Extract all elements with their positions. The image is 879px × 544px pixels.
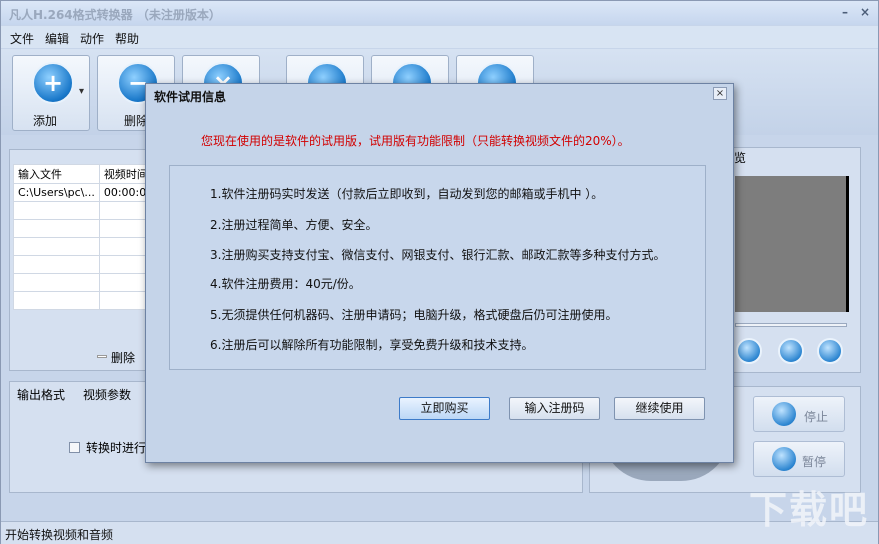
info-line-6: 6.注册后可以解除所有功能限制，享受免费升级和技术支持。 bbox=[210, 338, 534, 352]
window-title: 凡人H.264格式转换器 （未注册版本） bbox=[9, 8, 221, 22]
buy-now-button[interactable]: 立即购买 bbox=[399, 397, 490, 420]
stop-label: 停止 bbox=[804, 410, 829, 424]
tab-output-format[interactable]: 输出格式 bbox=[17, 386, 65, 403]
preview-title: 览 bbox=[734, 151, 747, 165]
menu-help[interactable]: 帮助 bbox=[115, 30, 139, 47]
convert-checkbox[interactable] bbox=[69, 442, 80, 453]
trial-dialog-overlay: 软件试用信息 × 您现在使用的是软件的试用版，试用版有功能限制（只能转换视频文件… bbox=[145, 83, 734, 463]
menu-bar: 文件 编辑 动作 帮助 bbox=[1, 26, 878, 48]
info-line-2: 2.注册过程简单、方便、安全。 bbox=[210, 218, 378, 232]
continue-button[interactable]: 继续使用 bbox=[614, 397, 705, 420]
stop-button[interactable]: 停止 bbox=[753, 396, 845, 432]
camera-icon[interactable] bbox=[778, 338, 804, 364]
volume-icon[interactable] bbox=[736, 338, 762, 364]
list-delete-button[interactable]: 删除 bbox=[111, 349, 135, 366]
close-button[interactable]: × bbox=[857, 5, 873, 19]
watermark-logo: 下载吧 bbox=[749, 488, 870, 532]
minimize-button[interactable]: – bbox=[837, 5, 853, 19]
info-line-5: 5.无须提供任何机器码、注册申请码；电脑升级，格式硬盘后仍可注册使用。 bbox=[210, 308, 618, 322]
menu-file[interactable]: 文件 bbox=[10, 30, 34, 47]
minus-icon bbox=[97, 355, 107, 358]
add-label: 添加 bbox=[33, 114, 58, 128]
add-button[interactable]: + 添加 ▾ bbox=[12, 55, 90, 131]
stop-icon bbox=[772, 402, 796, 426]
tab-video-params[interactable]: 视频参数 bbox=[83, 386, 131, 403]
info-line-4: 4.软件注册费用：40元/份。 bbox=[210, 277, 361, 291]
convert-checkbox-label: 转换时进行 bbox=[86, 441, 147, 455]
registration-info-box: 1.软件注册码实时发送（付款后立即收到，自动发到您的邮箱或手机中 ）。 2.注册… bbox=[169, 165, 706, 370]
pause-button[interactable]: 暂停 bbox=[753, 441, 845, 477]
table-row[interactable]: C:\Users\pc\... 00:00:05 bbox=[13, 183, 159, 202]
chevron-down-icon[interactable]: ▾ bbox=[79, 86, 84, 97]
file-table: 输入文件 视频时间 C:\Users\pc\... 00:00:05 bbox=[13, 164, 159, 310]
preview-screen bbox=[735, 176, 849, 312]
pause-label: 暂停 bbox=[802, 455, 827, 469]
trial-dialog: 软件试用信息 × 您现在使用的是软件的试用版，试用版有功能限制（只能转换视频文件… bbox=[145, 83, 734, 463]
trial-warning-text: 您现在使用的是软件的试用版，试用版有功能限制（只能转换视频文件的20%）。 bbox=[201, 134, 630, 148]
title-bar: 凡人H.264格式转换器 （未注册版本） – × bbox=[1, 1, 878, 25]
info-line-1: 1.软件注册码实时发送（付款后立即收到，自动发到您的邮箱或手机中 ）。 bbox=[210, 187, 604, 201]
dialog-title: 软件试用信息 bbox=[154, 90, 227, 104]
menu-edit[interactable]: 编辑 bbox=[45, 30, 69, 47]
preview-seek-slider[interactable] bbox=[735, 323, 847, 327]
dialog-close-button[interactable]: × bbox=[713, 87, 727, 100]
plus-icon: + bbox=[32, 62, 74, 104]
header-input-file[interactable]: 输入文件 bbox=[13, 164, 100, 184]
menu-action[interactable]: 动作 bbox=[80, 30, 104, 47]
pause-icon bbox=[772, 447, 796, 471]
folder-icon[interactable] bbox=[817, 338, 843, 364]
cell-input-file: C:\Users\pc\... bbox=[13, 183, 100, 202]
table-header-row: 输入文件 视频时间 bbox=[13, 164, 159, 184]
status-bar: 开始转换视频和音频 bbox=[1, 521, 878, 544]
status-text: 开始转换视频和音频 bbox=[5, 528, 114, 542]
info-line-3: 3.注册购买支持支付宝、微信支付、网银支付、银行汇款、邮政汇款等多种支付方式。 bbox=[210, 248, 666, 262]
enter-code-button[interactable]: 输入注册码 bbox=[509, 397, 600, 420]
